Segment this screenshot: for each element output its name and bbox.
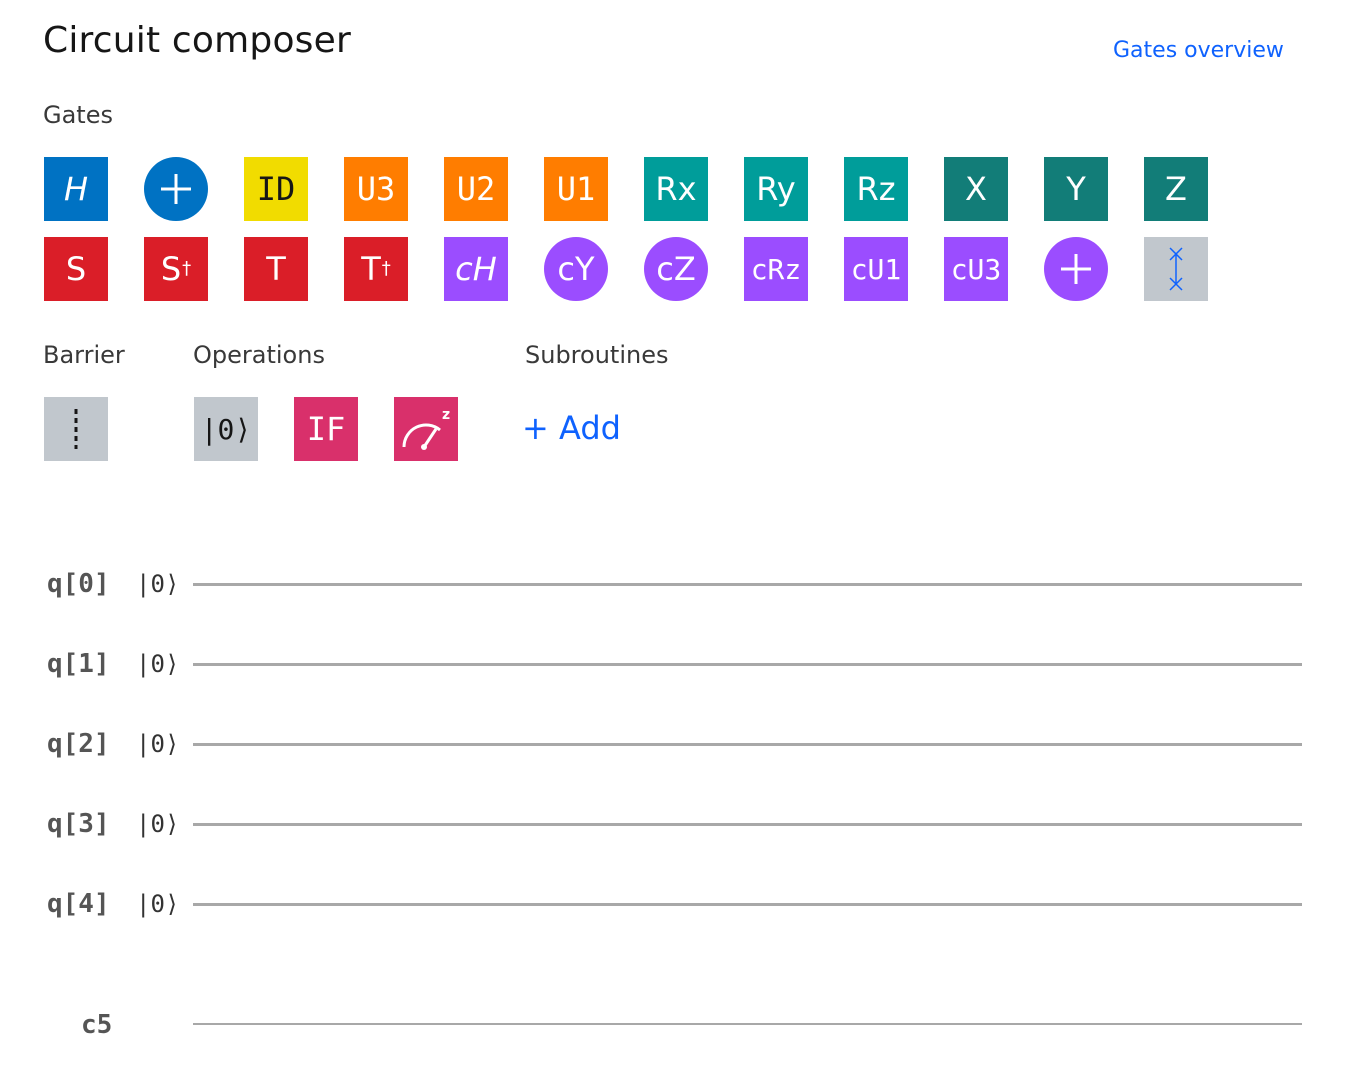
barrier-gate[interactable] — [44, 397, 108, 461]
gate-label: Ry — [756, 170, 796, 208]
operations-section-label: Operations — [193, 341, 325, 369]
qubit-row: q[4] |0⟩ — [0, 886, 1369, 926]
gate-u1[interactable]: U1 — [544, 157, 608, 221]
gate-tdg[interactable]: T † — [344, 237, 408, 301]
gate-toffoli[interactable] — [1044, 237, 1108, 301]
qubit-label: q[1] — [47, 649, 110, 679]
qubit-initial-state: |0⟩ — [136, 650, 180, 678]
gate-label: cU3 — [950, 252, 1002, 286]
gate-rz[interactable]: Rz — [844, 157, 908, 221]
gate-label: cZ — [656, 250, 696, 288]
gate-x[interactable]: X — [944, 157, 1008, 221]
barrier-section-label: Barrier — [43, 341, 125, 369]
gate-y[interactable]: Y — [1044, 157, 1108, 221]
gate-cu3[interactable]: cU3 — [944, 237, 1008, 301]
gate-cz[interactable]: cZ — [644, 237, 708, 301]
gate-h[interactable]: H — [44, 157, 108, 221]
gate-sdg[interactable]: S † — [144, 237, 208, 301]
swap-icon — [1169, 247, 1183, 291]
gate-label: U1 — [556, 170, 596, 208]
barrier-icon — [74, 409, 78, 449]
measure-gate[interactable]: z — [394, 397, 458, 461]
gate-label: IF — [306, 410, 346, 448]
qubit-row: q[2] |0⟩ — [0, 726, 1369, 766]
qubit-wire[interactable] — [193, 583, 1302, 586]
classical-row: c5 — [0, 1006, 1369, 1046]
gate-swap[interactable] — [1144, 237, 1208, 301]
classical-wire[interactable] — [193, 1023, 1302, 1025]
gate-label: cH — [455, 250, 497, 288]
gate-label: H — [63, 170, 89, 208]
gate-label: |0⟩ — [200, 412, 252, 446]
qubit-wire[interactable] — [193, 823, 1302, 826]
gate-label: T — [266, 250, 286, 288]
qubit-initial-state: |0⟩ — [136, 730, 180, 758]
gate-s[interactable]: S — [44, 237, 108, 301]
gate-ch[interactable]: cH — [444, 237, 508, 301]
plus-icon — [1061, 254, 1091, 284]
gate-label: S — [65, 250, 87, 288]
gate-id[interactable]: ID — [244, 157, 308, 221]
gates-overview-link[interactable]: Gates overview — [1113, 38, 1284, 63]
qubit-wire[interactable] — [193, 663, 1302, 666]
qubit-label: q[0] — [47, 569, 110, 599]
qubit-label: q[3] — [47, 809, 110, 839]
qubit-initial-state: |0⟩ — [136, 570, 180, 598]
gates-section-label: Gates — [43, 101, 113, 129]
classical-label: c5 — [81, 1010, 113, 1040]
gate-u3[interactable]: U3 — [344, 157, 408, 221]
plus-icon — [161, 174, 191, 204]
gate-label: U2 — [456, 170, 496, 208]
qubit-wire[interactable] — [193, 743, 1302, 746]
gate-label: Rx — [655, 170, 697, 208]
gate-label: X — [965, 170, 987, 208]
gate-u2[interactable]: U2 — [444, 157, 508, 221]
qubit-label: q[4] — [47, 889, 110, 919]
gate-label: T — [361, 250, 381, 288]
gate-label: Y — [1066, 170, 1086, 208]
gate-cy[interactable]: cY — [544, 237, 608, 301]
gate-ry[interactable]: Ry — [744, 157, 808, 221]
gate-label: Rz — [856, 170, 896, 208]
gate-label: U3 — [356, 170, 396, 208]
page-title: Circuit composer — [43, 20, 351, 61]
qubit-initial-state: |0⟩ — [136, 810, 180, 838]
measure-icon: z — [402, 407, 450, 450]
gate-label: cRz — [750, 252, 802, 286]
gate-label: cY — [557, 250, 595, 288]
gate-label: cU1 — [850, 252, 902, 286]
qubit-wire[interactable] — [193, 903, 1302, 906]
gate-label: Z — [1165, 170, 1187, 208]
gate-cnot[interactable] — [144, 157, 208, 221]
add-subroutine-link[interactable]: + Add — [522, 409, 621, 447]
subroutines-section-label: Subroutines — [525, 341, 669, 369]
gate-label: S — [160, 250, 182, 288]
qubit-label: q[2] — [47, 729, 110, 759]
if-gate[interactable]: IF — [294, 397, 358, 461]
gate-label: ID — [256, 170, 296, 208]
gate-z[interactable]: Z — [1144, 157, 1208, 221]
gate-crz[interactable]: cRz — [744, 237, 808, 301]
qubit-initial-state: |0⟩ — [136, 890, 180, 918]
gate-t[interactable]: T — [244, 237, 308, 301]
reset-gate[interactable]: |0⟩ — [194, 397, 258, 461]
svg-text:z: z — [442, 407, 450, 423]
gate-cu1[interactable]: cU1 — [844, 237, 908, 301]
qubit-row: q[0] |0⟩ — [0, 566, 1369, 606]
qubit-row: q[3] |0⟩ — [0, 806, 1369, 846]
qubit-row: q[1] |0⟩ — [0, 646, 1369, 686]
gate-rx[interactable]: Rx — [644, 157, 708, 221]
